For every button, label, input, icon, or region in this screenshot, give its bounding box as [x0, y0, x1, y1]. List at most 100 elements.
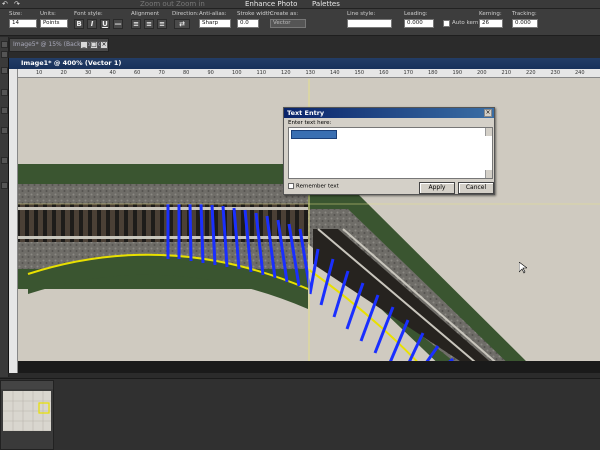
dialog-title: Text Entry	[287, 109, 325, 117]
text-tool-icon[interactable]	[1, 182, 8, 189]
units-dropdown[interactable]: Points	[40, 19, 68, 28]
checkbox-icon[interactable]	[288, 183, 294, 189]
ruler-tick-label: 130	[305, 70, 316, 76]
apply-button[interactable]: Apply	[419, 182, 455, 194]
text-entry-field[interactable]	[288, 127, 493, 179]
line-style-label: Line style:	[347, 11, 376, 17]
zoom-tool-icon[interactable]	[1, 51, 8, 58]
font-style-label: Font style:	[74, 11, 103, 17]
menu-bar: ↶ ↷ Zoom out Zoom in Enhance Photo Palet…	[0, 0, 600, 9]
scroll-down-icon[interactable]	[485, 170, 492, 178]
ruler-tick-label: 170	[403, 70, 414, 76]
pan-tool-icon[interactable]	[1, 41, 8, 48]
kerning-field[interactable]: 26	[479, 19, 503, 28]
vertical-ruler[interactable]	[9, 69, 18, 373]
ruler-tick-label: 200	[477, 70, 487, 76]
overview-title-bar[interactable]	[1, 381, 53, 389]
units-label: Units:	[40, 11, 56, 17]
ruler-tick-label: 230	[550, 70, 561, 76]
align-center-icon[interactable]: ≡	[144, 19, 154, 29]
ruler-tick-label: 110	[256, 70, 267, 76]
direction-label: Direction:	[172, 11, 199, 17]
minimize-icon[interactable]: _	[80, 41, 88, 49]
kerning-label: Kerning:	[479, 11, 502, 17]
direction-dropdown[interactable]: ⇄	[174, 19, 190, 29]
ruler-tick-label: 150	[354, 70, 365, 76]
ruler-tick-label: 60	[134, 70, 141, 76]
undo-icon[interactable]: ↶	[2, 0, 8, 9]
ruler-tick-label: 210	[501, 70, 512, 76]
ruler-tick-label: 90	[207, 70, 214, 76]
auto-kern-checkbox[interactable]	[443, 20, 450, 27]
cancel-button[interactable]: Cancel	[458, 182, 494, 194]
stroke-width-field[interactable]: 0.0	[237, 19, 259, 28]
palettes-menu[interactable]: Palettes	[312, 0, 340, 9]
create-as-dropdown[interactable]: Vector	[270, 19, 306, 28]
overview-palette[interactable]	[0, 380, 54, 450]
clone-tool-icon[interactable]	[1, 157, 8, 164]
brush-tool-icon[interactable]	[1, 127, 8, 134]
scroll-up-icon[interactable]	[485, 128, 492, 136]
ruler-tick-label: 240	[575, 70, 585, 76]
selected-text	[291, 130, 337, 139]
horizontal-ruler[interactable]: 10 20 30 40 60 70 80 90 100 110 120 130 140 150 160 170…	[18, 69, 600, 78]
text-entry-dialog: Text Entry × Enter text here: Remember t…	[283, 107, 495, 195]
leading-label: Leading:	[404, 11, 428, 17]
underline-button[interactable]: U	[100, 19, 110, 29]
crop-tool-icon[interactable]	[1, 107, 8, 114]
ruler-tick-label: 160	[379, 70, 389, 76]
align-right-icon[interactable]: ≡	[157, 19, 167, 29]
zoom-in-button[interactable]: Zoom in	[176, 0, 205, 9]
anti-alias-dropdown[interactable]: Sharp	[199, 19, 231, 28]
bottom-palette-area	[0, 378, 600, 450]
background-document-window[interactable]: Image5* @ 15% (Background) _ □ ×	[9, 38, 109, 52]
pick-tool-icon[interactable]	[1, 67, 8, 74]
create-as-label: Create as:	[270, 11, 299, 17]
selection-tool-icon[interactable]	[1, 89, 8, 96]
tool-options-bar: Size: 14 Units: Points Font style: B I U…	[0, 9, 600, 36]
ruler-tick-label: 180	[428, 70, 438, 76]
ruler-tick-label: 70	[158, 70, 165, 76]
leading-field[interactable]: 0.000	[404, 19, 434, 28]
dialog-title-bar[interactable]: Text Entry	[284, 108, 494, 118]
ruler-tick-label: 80	[183, 70, 190, 76]
align-left-icon[interactable]: ≡	[131, 19, 141, 29]
document-title-bar[interactable]: Image1* @ 400% (Vector 1)	[9, 58, 600, 69]
tracking-label: Tracking:	[512, 11, 537, 17]
ruler-tick-label: 20	[60, 70, 67, 76]
ruler-tick-label: 140	[330, 70, 340, 76]
enhance-photo-menu[interactable]: Enhance Photo	[245, 0, 297, 9]
ruler-tick-label: 100	[232, 70, 242, 76]
rail-bottom-icon	[18, 236, 308, 239]
ruler-tick-label: 10	[36, 70, 43, 76]
remember-text-checkbox[interactable]: Remember text	[288, 183, 339, 190]
bold-button[interactable]: B	[74, 19, 84, 29]
ruler-tick-label: 120	[281, 70, 291, 76]
maximize-icon[interactable]: □	[90, 41, 98, 49]
document-title: Image1* @ 400% (Vector 1)	[21, 59, 122, 67]
mouse-cursor-icon	[519, 262, 527, 274]
italic-button[interactable]: I	[87, 19, 97, 29]
ruler-tick-label: 190	[452, 70, 463, 76]
remember-text-label: Remember text	[296, 183, 339, 190]
ruler-tick-label: 220	[526, 70, 536, 76]
ruler-tick-label: 40	[109, 70, 116, 76]
rail-top-icon	[18, 207, 308, 210]
document-window: Image1* @ 400% (Vector 1) 10 20 30 40 60 70 80…	[8, 58, 600, 373]
dialog-prompt: Enter text here:	[288, 120, 332, 126]
alignment-label: Alignment	[131, 11, 160, 17]
tracking-field[interactable]: 0.000	[512, 19, 538, 28]
close-icon[interactable]: ×	[100, 41, 108, 49]
ruler-tick-label: 30	[85, 70, 92, 76]
anti-alias-label: Anti-alias:	[199, 11, 227, 17]
size-label: Size:	[9, 11, 23, 17]
redo-icon[interactable]: ↷	[14, 0, 20, 9]
overview-thumbnail[interactable]	[3, 391, 51, 449]
zoom-out-button[interactable]: Zoom out	[140, 0, 174, 9]
close-icon[interactable]: ×	[484, 109, 492, 117]
line-style-dropdown[interactable]	[347, 19, 392, 28]
overview-preview-icon	[3, 391, 51, 449]
strikethrough-icon[interactable]: —	[113, 19, 123, 29]
size-field[interactable]: 14	[9, 19, 37, 28]
stroke-width-label: Stroke width:	[237, 11, 274, 17]
